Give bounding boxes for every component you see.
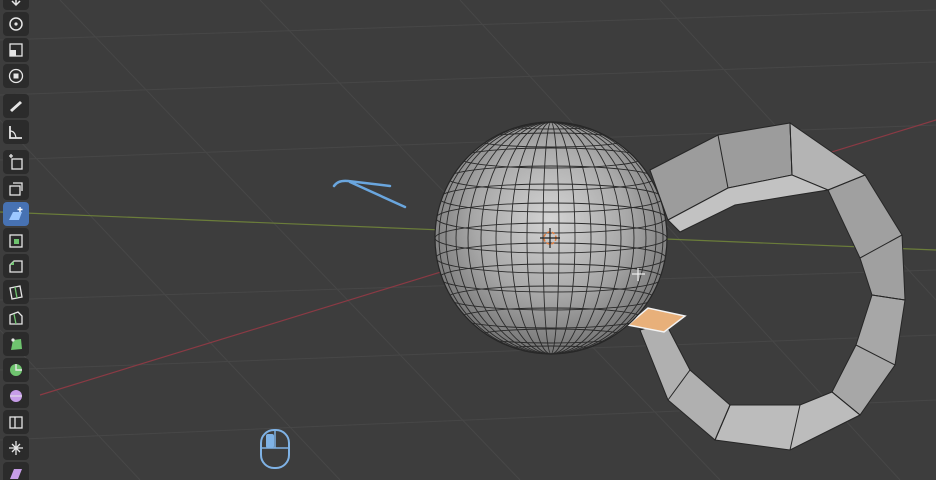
measure-ruler-icon xyxy=(9,126,22,139)
bevel-icon xyxy=(9,260,23,273)
spin-icon xyxy=(10,364,22,376)
rotate-tool-button[interactable] xyxy=(3,12,29,36)
edge-slide-tool-button[interactable] xyxy=(3,410,29,434)
mouse-button-indicator-icon xyxy=(260,429,290,469)
measure-tool-button[interactable] xyxy=(3,120,29,144)
rotate-icon xyxy=(9,17,23,31)
transform-tool-button[interactable] xyxy=(3,64,29,88)
smooth-tool-button[interactable] xyxy=(3,384,29,408)
knife-tool-button[interactable] xyxy=(3,306,29,330)
viewport-scene[interactable] xyxy=(0,0,936,480)
3d-viewport[interactable] xyxy=(0,0,936,480)
tool-shelf xyxy=(2,0,30,480)
smooth-sphere-icon xyxy=(10,390,22,402)
scale-icon xyxy=(9,43,23,57)
edge-slide-icon xyxy=(9,416,23,429)
bevel-tool-button[interactable] xyxy=(3,254,29,278)
annotation-stroke xyxy=(332,179,407,209)
poly-build-icon xyxy=(11,338,22,350)
extrude-region-tool-button[interactable] xyxy=(3,176,29,200)
add-cube-tool-button[interactable] xyxy=(3,150,29,174)
loop-cut-icon xyxy=(9,285,23,300)
add-cube-icon xyxy=(9,154,23,170)
transform-icon xyxy=(8,68,24,84)
shear-tool-button[interactable] xyxy=(3,462,29,480)
inset-faces-tool-button[interactable] xyxy=(3,228,29,252)
annotate-tool-button[interactable] xyxy=(3,94,29,118)
move-tool-button[interactable] xyxy=(3,0,29,10)
shrink-fatten-tool-button[interactable] xyxy=(3,436,29,460)
extrude-region-icon xyxy=(9,182,23,196)
inset-faces-icon xyxy=(9,234,23,248)
extruded-ring-mesh[interactable] xyxy=(639,122,906,451)
shear-icon xyxy=(10,469,22,479)
move-arrows-icon xyxy=(11,0,21,7)
loop-cut-tool-button[interactable] xyxy=(3,280,29,304)
annotate-pencil-icon xyxy=(10,101,22,112)
poly-build-tool-button[interactable] xyxy=(3,332,29,356)
extrude-manifold-icon xyxy=(9,207,23,220)
knife-icon xyxy=(9,311,23,325)
scale-tool-button[interactable] xyxy=(3,38,29,62)
extrude-manifold-tool-button[interactable] xyxy=(3,202,29,226)
shrink-fatten-icon xyxy=(9,441,23,455)
spin-tool-button[interactable] xyxy=(3,358,29,382)
